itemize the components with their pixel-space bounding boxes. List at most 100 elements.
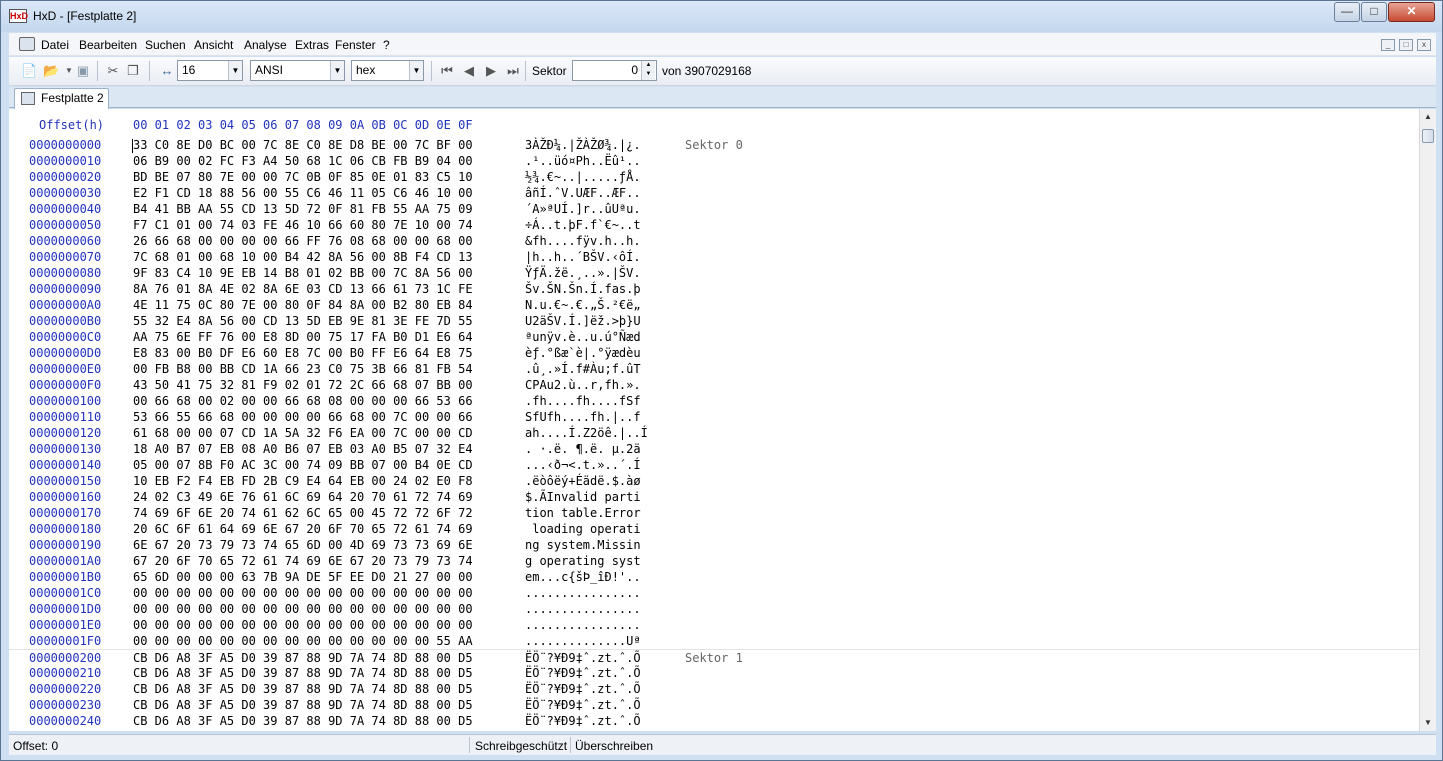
mdi-restore-icon[interactable]: □ — [1399, 39, 1413, 51]
hex-row[interactable]: 0000000210 CB D6 A8 3F A5 D0 39 87 88 9D … — [9, 665, 1419, 681]
row-text-dump[interactable]: ..............Uª — [525, 633, 641, 649]
hex-row[interactable]: 0000000000 33 C0 8E D0 BC 00 7C 8E C0 8E … — [9, 137, 1419, 153]
row-text-dump[interactable]: |h..h..´BŠV.‹ôÍ. — [525, 249, 641, 265]
mdi-close-icon[interactable]: x — [1417, 39, 1431, 51]
hex-row[interactable]: 0000000040 B4 41 BB AA 55 CD 13 5D 72 0F … — [9, 201, 1419, 217]
row-hex-bytes[interactable]: 74 69 6F 6E 20 74 61 62 6C 65 00 45 72 7… — [133, 505, 473, 521]
hex-row[interactable]: 0000000180 20 6C 6F 61 64 69 6E 67 20 6F … — [9, 521, 1419, 537]
chevron-down-icon[interactable]: ▼ — [228, 61, 242, 80]
row-hex-bytes[interactable]: 8A 76 01 8A 4E 02 8A 6E 03 CD 13 66 61 7… — [133, 281, 473, 297]
row-hex-bytes[interactable]: 9F 83 C4 10 9E EB 14 B8 01 02 BB 00 7C 8… — [133, 265, 473, 281]
row-text-dump[interactable]: em...c{šÞ_îÐ!'.. — [525, 569, 641, 585]
mdi-minimize-icon[interactable]: _ — [1381, 39, 1395, 51]
hex-row[interactable]: 0000000090 8A 76 01 8A 4E 02 8A 6E 03 CD … — [9, 281, 1419, 297]
scroll-thumb[interactable] — [1422, 129, 1434, 143]
row-hex-bytes[interactable]: BD BE 07 80 7E 00 00 7C 0B 0F 85 0E 01 8… — [133, 169, 473, 185]
row-text-dump[interactable]: . ·.ë. ¶.ë. µ.2ä — [525, 441, 641, 457]
row-text-dump[interactable]: ................ — [525, 585, 641, 601]
row-text-dump[interactable]: ng system.Missin — [525, 537, 641, 553]
hex-row[interactable]: 0000000220 CB D6 A8 3F A5 D0 39 87 88 9D … — [9, 681, 1419, 697]
cut-icon[interactable]: ✂ — [105, 63, 121, 79]
row-text-dump[interactable]: SfUfh....fh.|..f — [525, 409, 641, 425]
hex-row[interactable]: 00000000A0 4E 11 75 0C 80 7E 00 80 0F 84 … — [9, 297, 1419, 313]
maximize-button[interactable]: □ — [1361, 2, 1387, 22]
sektor-spinner[interactable]: ▲ ▼ — [641, 61, 655, 80]
row-text-dump[interactable]: ËÖ¨?¥Ð9‡ˆ.zt.ˆ.Õ — [525, 681, 641, 697]
first-sector-icon[interactable]: ⏮ — [439, 63, 455, 79]
vertical-scrollbar[interactable]: ▲ ▼ — [1419, 109, 1436, 731]
row-hex-bytes[interactable]: 33 C0 8E D0 BC 00 7C 8E C0 8E D8 BE 00 7… — [133, 137, 473, 153]
row-text-dump[interactable]: ËÖ¨?¥Ð9‡ˆ.zt.ˆ.Õ — [525, 697, 641, 713]
document-system-icon[interactable] — [19, 37, 35, 51]
row-hex-bytes[interactable]: 26 66 68 00 00 00 00 66 FF 76 08 68 00 0… — [133, 233, 473, 249]
menu-bearbeiten[interactable]: Bearbeiten — [79, 38, 137, 52]
row-text-dump[interactable]: loading operati — [525, 521, 640, 537]
menu-ansicht[interactable]: Ansicht — [194, 38, 233, 52]
row-text-dump[interactable]: g operating syst — [525, 553, 641, 569]
row-hex-bytes[interactable]: AA 75 6E FF 76 00 E8 8D 00 75 17 FA B0 D… — [133, 329, 473, 345]
row-hex-bytes[interactable]: 20 6C 6F 61 64 69 6E 67 20 6F 70 65 72 6… — [133, 521, 473, 537]
row-hex-bytes[interactable]: 05 00 07 8B F0 AC 3C 00 74 09 BB 07 00 B… — [133, 457, 473, 473]
row-text-dump[interactable]: N.u.€~.€.„Š.²€ë„ — [525, 297, 641, 313]
row-hex-bytes[interactable]: 00 00 00 00 00 00 00 00 00 00 00 00 00 0… — [133, 601, 473, 617]
hex-row[interactable]: 0000000020 BD BE 07 80 7E 00 00 7C 0B 0F … — [9, 169, 1419, 185]
menu-fenster[interactable]: Fenster — [335, 38, 376, 52]
row-text-dump[interactable]: .û¸.»Í.f#Àu;f.ûT — [525, 361, 641, 377]
row-text-dump[interactable]: U2äŠV.Í.]ëž.>þ}U — [525, 313, 641, 329]
hex-row[interactable]: 0000000030 E2 F1 CD 18 88 56 00 55 C6 46 … — [9, 185, 1419, 201]
row-text-dump[interactable]: ½¾.€~..|.....ƒÅ. — [525, 169, 641, 185]
hex-row[interactable]: 00000000E0 00 FB B8 00 BB CD 1A 66 23 C0 … — [9, 361, 1419, 377]
row-text-dump[interactable]: ................ — [525, 601, 641, 617]
row-text-dump[interactable]: .fh....fh....fSf — [525, 393, 641, 409]
last-sector-icon[interactable]: ⏭ — [505, 63, 521, 79]
row-text-dump[interactable]: ah....Í.Z2öê.|..Í — [525, 425, 648, 441]
hex-row[interactable]: 0000000050 F7 C1 01 00 74 03 FE 46 10 66 … — [9, 217, 1419, 233]
row-text-dump[interactable]: $.ÃInvalid parti — [525, 489, 641, 505]
row-hex-bytes[interactable]: 00 00 00 00 00 00 00 00 00 00 00 00 00 0… — [133, 585, 473, 601]
previous-sector-icon[interactable]: ◀ — [461, 63, 477, 79]
bytes-per-row-select[interactable]: 16 ▼ — [177, 60, 243, 81]
hex-row[interactable]: 0000000100 00 66 68 00 02 00 00 66 68 08 … — [9, 393, 1419, 409]
row-text-dump[interactable]: ´A»ªUÍ.]r..ûUªu. — [525, 201, 641, 217]
row-text-dump[interactable]: èƒ.°ßæ`è|.°ÿædèu — [525, 345, 641, 361]
row-text-dump[interactable]: ŸƒÄ.žë.¸..».|ŠV. — [525, 265, 641, 281]
hex-row[interactable]: 0000000160 24 02 C3 49 6E 76 61 6C 69 64 … — [9, 489, 1419, 505]
row-text-dump[interactable]: ................ — [525, 617, 641, 633]
row-text-dump[interactable]: ...‹ð¬<.t.»..´.Í — [525, 457, 641, 473]
hex-row[interactable]: 0000000110 53 66 55 66 68 00 00 00 00 66 … — [9, 409, 1419, 425]
chevron-down-icon[interactable]: ▼ — [330, 61, 344, 80]
hex-row[interactable]: 0000000010 06 B9 00 02 FC F3 A4 50 68 1C … — [9, 153, 1419, 169]
hex-row[interactable]: 00000000B0 55 32 E4 8A 56 00 CD 13 5D EB … — [9, 313, 1419, 329]
row-hex-bytes[interactable]: 00 66 68 00 02 00 00 66 68 08 00 00 00 6… — [133, 393, 473, 409]
row-hex-bytes[interactable]: 10 EB F2 F4 EB FD 2B C9 E4 64 EB 00 24 0… — [133, 473, 473, 489]
row-text-dump[interactable]: &fh....fÿv.h..h. — [525, 233, 641, 249]
hex-row[interactable]: 0000000190 6E 67 20 73 79 73 74 65 6D 00 … — [9, 537, 1419, 553]
row-text-dump[interactable]: Šv.ŠN.Šn.Í.fas.þ — [525, 281, 641, 297]
hex-editor[interactable]: Offset(h) 00 01 02 03 04 05 06 07 08 09 … — [9, 109, 1419, 731]
menu-datei[interactable]: Datei — [41, 38, 69, 52]
row-text-dump[interactable]: âñÍ.ˆV.UÆF..ÆF.. — [525, 185, 641, 201]
hex-row[interactable]: 00000001C0 00 00 00 00 00 00 00 00 00 00 … — [9, 585, 1419, 601]
hex-row[interactable]: 0000000200 CB D6 A8 3F A5 D0 39 87 88 9D … — [9, 649, 1419, 665]
menu-extras[interactable]: Extras — [295, 38, 329, 52]
row-hex-bytes[interactable]: B4 41 BB AA 55 CD 13 5D 72 0F 81 FB 55 A… — [133, 201, 473, 217]
row-hex-bytes[interactable]: 53 66 55 66 68 00 00 00 00 66 68 00 7C 0… — [133, 409, 473, 425]
hex-row[interactable]: 0000000120 61 68 00 00 07 CD 1A 5A 32 F6 … — [9, 425, 1419, 441]
row-hex-bytes[interactable]: CB D6 A8 3F A5 D0 39 87 88 9D 7A 74 8D 8… — [133, 697, 473, 713]
row-text-dump[interactable]: ËÖ¨?¥Ð9‡ˆ.zt.ˆ.Õ — [525, 650, 641, 666]
row-hex-bytes[interactable]: CB D6 A8 3F A5 D0 39 87 88 9D 7A 74 8D 8… — [133, 665, 473, 681]
scroll-down-icon[interactable]: ▼ — [1420, 715, 1436, 731]
hex-row[interactable]: 00000001E0 00 00 00 00 00 00 00 00 00 00 … — [9, 617, 1419, 633]
tab-festplatte-2[interactable]: Festplatte 2 — [14, 88, 109, 109]
row-hex-bytes[interactable]: 67 20 6F 70 65 72 61 74 69 6E 67 20 73 7… — [133, 553, 473, 569]
hex-row[interactable]: 0000000140 05 00 07 8B F0 AC 3C 00 74 09 … — [9, 457, 1419, 473]
new-file-icon[interactable]: 📄 — [21, 63, 37, 79]
scroll-up-icon[interactable]: ▲ — [1420, 109, 1436, 125]
hex-row[interactable]: 0000000080 9F 83 C4 10 9E EB 14 B8 01 02 … — [9, 265, 1419, 281]
row-hex-bytes[interactable]: 4E 11 75 0C 80 7E 00 80 0F 84 8A 00 B2 8… — [133, 297, 473, 313]
row-hex-bytes[interactable]: 61 68 00 00 07 CD 1A 5A 32 F6 EA 00 7C 0… — [133, 425, 473, 441]
row-text-dump[interactable]: ªunÿv.è..u.ú°Ñæd — [525, 329, 641, 345]
row-text-dump[interactable]: ËÖ¨?¥Ð9‡ˆ.zt.ˆ.Õ — [525, 665, 641, 681]
row-text-dump[interactable]: 3ÀŽÐ¼.|ŽÀŽØ¾.|¿. — [525, 137, 641, 153]
hex-row[interactable]: 00000001F0 00 00 00 00 00 00 00 00 00 00 … — [9, 633, 1419, 649]
